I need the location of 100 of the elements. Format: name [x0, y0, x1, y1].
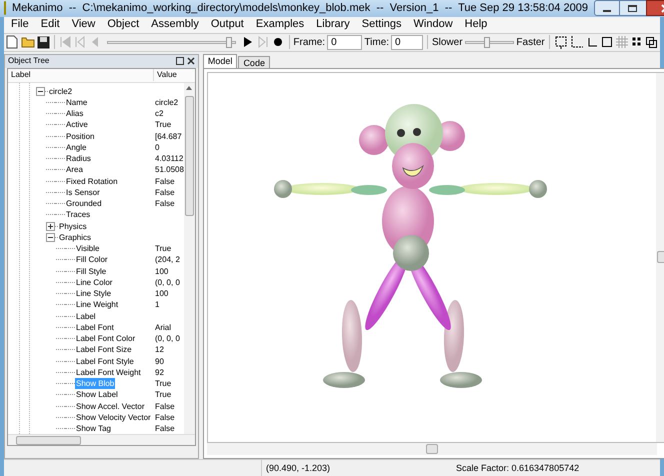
maximize-button[interactable]: [620, 0, 646, 16]
scroll-up-icon[interactable]: [186, 86, 192, 90]
new-file-icon[interactable]: [6, 34, 19, 50]
tree-item-label[interactable]: Label Font Style: [75, 356, 135, 367]
horizontal-scrollbar[interactable]: [8, 434, 195, 446]
tree-item-label[interactable]: Grounded: [65, 198, 103, 210]
slider-thumb[interactable]: [484, 36, 490, 48]
tree-item-value: False: [155, 412, 175, 423]
tree-item-label[interactable]: Label Font: [75, 322, 115, 333]
tree-item-value: [64.687: [155, 130, 182, 142]
column-header[interactable]: Value: [154, 69, 177, 81]
tree-item-label[interactable]: Line Color: [75, 276, 114, 288]
tree-item-label[interactable]: Fill Color: [75, 254, 109, 266]
tree-item-value: c2: [155, 108, 164, 120]
tree-item-label[interactable]: Label: [75, 310, 97, 322]
menu-item[interactable]: Library: [311, 16, 355, 33]
tree-item-label[interactable]: Physics: [58, 220, 88, 232]
menu-item[interactable]: View: [66, 16, 100, 33]
tree-item-value: circle2: [155, 96, 178, 108]
collapse-icon[interactable]: [36, 86, 45, 96]
tree-item-label[interactable]: Angle: [65, 142, 88, 153]
menu-item[interactable]: Examples: [250, 16, 310, 33]
window-title: Mekanimo -- C:\mekanimo_working_directory\models\monkey_blob.mek -- Version_1 -- Tue Sep 29 13:58:04 2009: [12, 1, 588, 16]
axes-icon[interactable]: [570, 34, 584, 50]
collapse-icon[interactable]: [46, 232, 55, 242]
save-icon[interactable]: [36, 34, 50, 50]
scrollbar-thumb[interactable]: [426, 444, 438, 454]
tree-item-value: (0, 0, 0: [155, 333, 180, 344]
tree-item-label[interactable]: Graphics: [58, 232, 92, 243]
tab[interactable]: Model: [202, 54, 238, 68]
tree-item-value: 4.03112: [155, 153, 184, 164]
tree-item-value: Arial: [155, 322, 172, 333]
menu-item[interactable]: Window: [408, 16, 458, 33]
tree-item-value: False: [155, 186, 175, 198]
menu-item[interactable]: Output: [206, 16, 249, 33]
tree-item-label[interactable]: Position: [65, 130, 96, 142]
time-field[interactable]: 0: [391, 34, 424, 50]
tree-item-label[interactable]: Label Font Weight: [75, 366, 142, 378]
tree-item-label[interactable]: Radius: [65, 153, 92, 164]
tree-item-label[interactable]: Show Tag: [75, 423, 112, 434]
tree-item-value: 100: [155, 288, 168, 300]
vertical-scrollbar[interactable]: [184, 82, 195, 434]
tree-item-label[interactable]: Visible: [75, 243, 100, 254]
timeline-slider[interactable]: [107, 36, 236, 48]
slider-thumb[interactable]: [226, 36, 232, 48]
tree-item-label[interactable]: Area: [65, 164, 84, 176]
status-coordinates: (90.490, -1.203): [265, 462, 332, 475]
tree-item-label[interactable]: Show Accel. Vector: [75, 400, 146, 412]
frame-icon[interactable]: [554, 34, 568, 50]
menu-item[interactable]: Settings: [356, 16, 407, 33]
tree-item-label[interactable]: Alias: [65, 108, 84, 120]
slower-label: Slower: [432, 36, 463, 50]
frame-field[interactable]: 0: [327, 34, 362, 50]
minimize-button[interactable]: [594, 0, 620, 16]
tree-item-value: 0: [155, 142, 160, 153]
menu-item[interactable]: Help: [460, 16, 492, 33]
tree-item-label[interactable]: Fixed Rotation: [65, 176, 119, 187]
tree-item-value: True: [155, 243, 172, 254]
tab[interactable]: Code: [238, 56, 270, 68]
menu-item[interactable]: Assembly: [146, 16, 204, 33]
tree-item-value: True: [155, 378, 172, 390]
tree-item-label[interactable]: Fill Style: [75, 266, 108, 277]
tree-item-value: False: [155, 176, 175, 187]
speed-slider[interactable]: [464, 36, 514, 48]
overlap-icon[interactable]: [645, 34, 658, 50]
tree-item-value: False: [155, 423, 175, 434]
tree-item-value: (0, 0, 0: [155, 276, 180, 288]
tree-item-value: True: [155, 119, 172, 130]
menu-item[interactable]: Object: [102, 16, 144, 33]
tree-item-label[interactable]: Active: [65, 119, 89, 130]
scrollbar-thumb[interactable]: [16, 436, 81, 445]
tree-item-label[interactable]: Show Velocity Vector: [75, 412, 152, 423]
vertical-scrollbar[interactable]: [656, 72, 664, 442]
frame-label: Frame:: [293, 36, 326, 50]
close-icon[interactable]: [186, 57, 195, 65]
tree-item-label[interactable]: Is Sensor: [65, 186, 101, 198]
restore-icon[interactable]: [176, 57, 184, 65]
tree-item-label[interactable]: Label Font Size: [75, 344, 133, 356]
column-header[interactable]: Label: [8, 69, 154, 81]
tree-item-label[interactable]: Line Weight: [75, 299, 120, 310]
faster-label: Faster: [516, 36, 545, 50]
tree-item-label[interactable]: Label Font Color: [75, 333, 136, 344]
tree-item-value: 12: [155, 344, 164, 356]
tree-item-value: 100: [155, 266, 168, 277]
tree-item-value: 1: [155, 299, 160, 310]
tree-item-label[interactable]: Line Style: [75, 288, 112, 300]
tree-item-label[interactable]: circle2: [48, 86, 74, 97]
expand-icon[interactable]: [46, 222, 55, 231]
menu-item[interactable]: File: [6, 16, 34, 33]
tree-item-label[interactable]: Traces: [65, 209, 92, 220]
tree-item-label[interactable]: Name: [65, 96, 88, 108]
scrollbar-thumb[interactable]: [184, 96, 194, 216]
square-icon[interactable]: [600, 34, 614, 50]
tree-item-value: 92: [155, 366, 164, 378]
tree-item-label[interactable]: Show Label: [75, 389, 119, 400]
tree-item-value: (204, 2: [155, 254, 180, 266]
tree-item-value: False: [155, 198, 175, 210]
menu-item[interactable]: Edit: [36, 16, 65, 33]
horizontal-scrollbar[interactable]: [206, 443, 657, 456]
scrollbar-thumb[interactable]: [656, 251, 664, 264]
